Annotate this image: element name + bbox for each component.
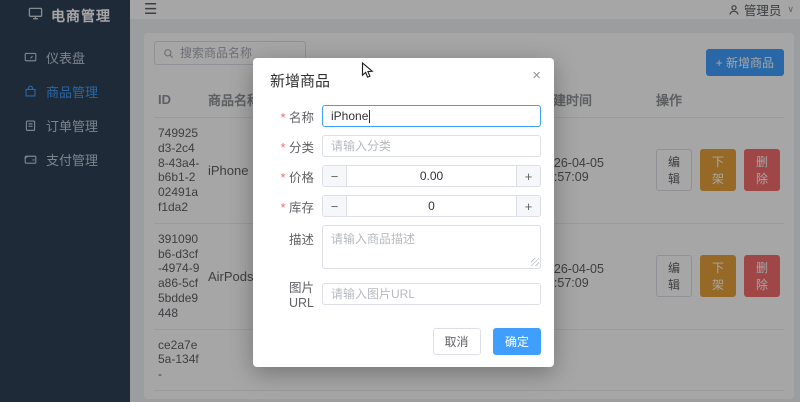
category-label: 分类 — [266, 137, 322, 156]
stock-value[interactable]: 0 — [347, 196, 516, 216]
field-row-category: 分类 — [266, 135, 541, 157]
field-row-price: 价格 − 0.00 + — [266, 165, 541, 187]
cancel-button[interactable]: 取消 — [433, 328, 481, 355]
close-icon[interactable]: × — [532, 68, 541, 91]
decrease-button[interactable]: − — [323, 166, 347, 186]
modal-footer: 取消 确定 — [253, 318, 554, 367]
field-row-stock: 库存 − 0 + — [266, 195, 541, 217]
text-caret — [369, 110, 370, 123]
image-url-field[interactable] — [322, 283, 541, 305]
name-field[interactable]: iPhone — [322, 105, 541, 127]
description-label: 描述 — [266, 225, 322, 248]
description-field[interactable] — [322, 225, 541, 269]
stock-label: 库存 — [266, 197, 322, 216]
increase-button[interactable]: + — [516, 196, 540, 216]
name-value: iPhone — [331, 109, 368, 123]
price-value[interactable]: 0.00 — [347, 166, 516, 186]
decrease-button[interactable]: − — [323, 196, 347, 216]
modal-header: 新增商品 × — [253, 58, 554, 91]
add-product-modal: 新增商品 × 名称 iPhone 分类 价格 − 0.00 + — [253, 58, 554, 367]
stock-stepper: − 0 + — [322, 195, 541, 217]
resize-handle-icon[interactable] — [531, 258, 539, 266]
modal-body: 名称 iPhone 分类 价格 − 0.00 + — [253, 91, 554, 310]
field-row-description: 描述 — [266, 225, 541, 269]
modal-title: 新增商品 — [270, 70, 330, 91]
name-label: 名称 — [266, 107, 322, 126]
image-url-label: 图片URL — [266, 277, 322, 310]
category-field[interactable] — [322, 135, 541, 157]
price-stepper: − 0.00 + — [322, 165, 541, 187]
price-label: 价格 — [266, 167, 322, 186]
field-row-name: 名称 iPhone — [266, 105, 541, 127]
confirm-button[interactable]: 确定 — [493, 328, 541, 355]
increase-button[interactable]: + — [516, 166, 540, 186]
field-row-image-url: 图片URL — [266, 277, 541, 310]
